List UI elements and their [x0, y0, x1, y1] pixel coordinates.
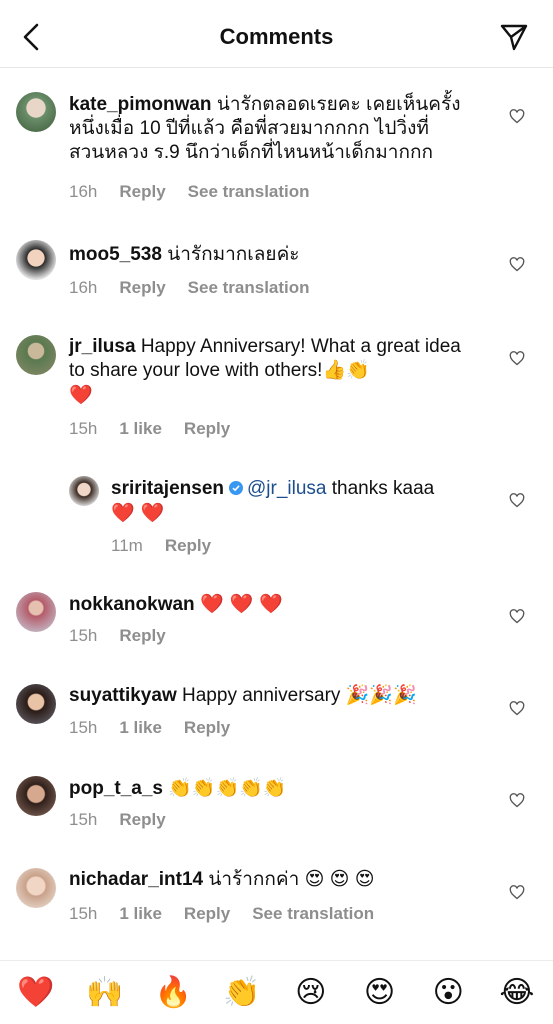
comment-text-emoji: ❤️ ❤️ — [111, 502, 165, 524]
emoji-heart-button[interactable]: ❤️ — [16, 975, 56, 1010]
heart-outline-icon — [509, 792, 525, 807]
comment-time: 16h — [69, 182, 98, 201]
comment-text: น่ารักมากเลยค่ะ — [167, 244, 300, 265]
like-button[interactable] — [507, 698, 527, 718]
share-button[interactable] — [497, 20, 531, 54]
comment-username[interactable]: pop_t_a_s — [69, 778, 163, 799]
heart-outline-icon — [509, 700, 525, 715]
comment-meta: 15h Reply — [69, 810, 166, 830]
comment-meta: 15h Reply — [69, 626, 166, 646]
emoji-reaction-bar: ❤️ 🙌 🔥 👏 😢 😍 😮 😂 — [0, 960, 553, 1024]
comment-meta: 16h Reply See translation — [69, 278, 310, 298]
avatar[interactable] — [16, 592, 56, 632]
avatar[interactable] — [16, 868, 56, 908]
see-translation-button[interactable]: See translation — [188, 278, 310, 298]
emoji-heart-eyes-button[interactable]: 😍 — [360, 975, 400, 1010]
avatar[interactable] — [16, 684, 56, 724]
comment-time: 15h — [69, 810, 98, 829]
mention-link[interactable]: @jr_ilusa — [247, 478, 326, 499]
comment-username[interactable]: moo5_538 — [69, 244, 162, 265]
comment-text: น่าร้ากกค่า 😍 😍 😍 — [208, 869, 375, 890]
reply-button[interactable]: Reply — [184, 718, 230, 738]
comment-text: ❤️ ❤️ ❤️ — [199, 593, 283, 615]
see-translation-button[interactable]: See translation — [188, 182, 310, 202]
avatar[interactable] — [16, 92, 56, 132]
like-button[interactable] — [507, 882, 527, 902]
comment-meta: 16h Reply See translation — [69, 182, 310, 202]
avatar[interactable] — [16, 335, 56, 375]
like-button[interactable] — [507, 254, 527, 274]
like-button[interactable] — [507, 790, 527, 810]
comment-time: 16h — [69, 278, 98, 297]
likes-count[interactable]: 1 like — [119, 419, 162, 439]
comment-meta: 15h 1 like Reply — [69, 718, 230, 738]
reply-button[interactable]: Reply — [119, 278, 165, 298]
comment-time: 15h — [69, 626, 98, 645]
comment-time: 11m — [111, 536, 143, 555]
see-translation-button[interactable]: See translation — [252, 904, 374, 924]
avatar[interactable] — [16, 240, 56, 280]
like-button[interactable] — [507, 606, 527, 626]
reply-button[interactable]: Reply — [165, 536, 211, 556]
reply-button[interactable]: Reply — [119, 810, 165, 830]
like-button[interactable] — [507, 106, 527, 126]
comment-text: 👏👏👏👏👏 — [168, 777, 287, 799]
comment-username[interactable]: sriritajensen — [111, 478, 224, 499]
send-icon — [500, 24, 528, 51]
comment-meta: 15h 1 like Reply — [69, 419, 230, 439]
heart-outline-icon — [509, 884, 525, 899]
reply-button[interactable]: Reply — [184, 904, 230, 924]
page-title: Comments — [219, 24, 334, 49]
comment-meta: 15h 1 like Reply See translation — [69, 904, 374, 924]
comment-text: thanks kaaa — [331, 478, 435, 499]
emoji-raised-hands-button[interactable]: 🙌 — [85, 975, 125, 1010]
comment-text: Happy anniversary 🎉🎉🎉 — [182, 685, 417, 706]
emoji-crying-button[interactable]: 😢 — [291, 975, 331, 1010]
header-bar: Comments — [0, 0, 553, 68]
emoji-surprised-button[interactable]: 😮 — [428, 975, 468, 1010]
comment-username[interactable]: suyattikyaw — [69, 685, 177, 706]
comment-meta: 11m Reply — [111, 536, 211, 556]
reply-button[interactable]: Reply — [119, 182, 165, 202]
heart-outline-icon — [509, 350, 525, 365]
heart-outline-icon — [509, 608, 525, 623]
comment-username[interactable]: jr_ilusa — [69, 336, 136, 357]
comment-text-emoji: ❤️ — [69, 384, 93, 406]
comment-username[interactable]: kate_pimonwan — [69, 94, 212, 115]
emoji-clap-button[interactable]: 👏 — [222, 975, 262, 1010]
avatar[interactable] — [16, 776, 56, 816]
comment-time: 15h — [69, 718, 98, 737]
emoji-laughing-button[interactable]: 😂 — [497, 975, 537, 1010]
comment-username[interactable]: nokkanokwan — [69, 594, 195, 615]
like-button[interactable] — [507, 490, 527, 510]
like-button[interactable] — [507, 348, 527, 368]
likes-count[interactable]: 1 like — [119, 718, 162, 738]
reply-button[interactable]: Reply — [119, 626, 165, 646]
heart-outline-icon — [509, 256, 525, 271]
avatar[interactable] — [69, 476, 99, 506]
comment-username[interactable]: nichadar_int14 — [69, 869, 203, 890]
verified-badge-icon — [229, 481, 243, 495]
emoji-fire-button[interactable]: 🔥 — [153, 975, 193, 1010]
likes-count[interactable]: 1 like — [119, 904, 162, 924]
reply-button[interactable]: Reply — [184, 419, 230, 439]
heart-outline-icon — [509, 108, 525, 123]
heart-outline-icon — [509, 492, 525, 507]
comment-time: 15h — [69, 904, 98, 923]
comment-time: 15h — [69, 419, 98, 438]
